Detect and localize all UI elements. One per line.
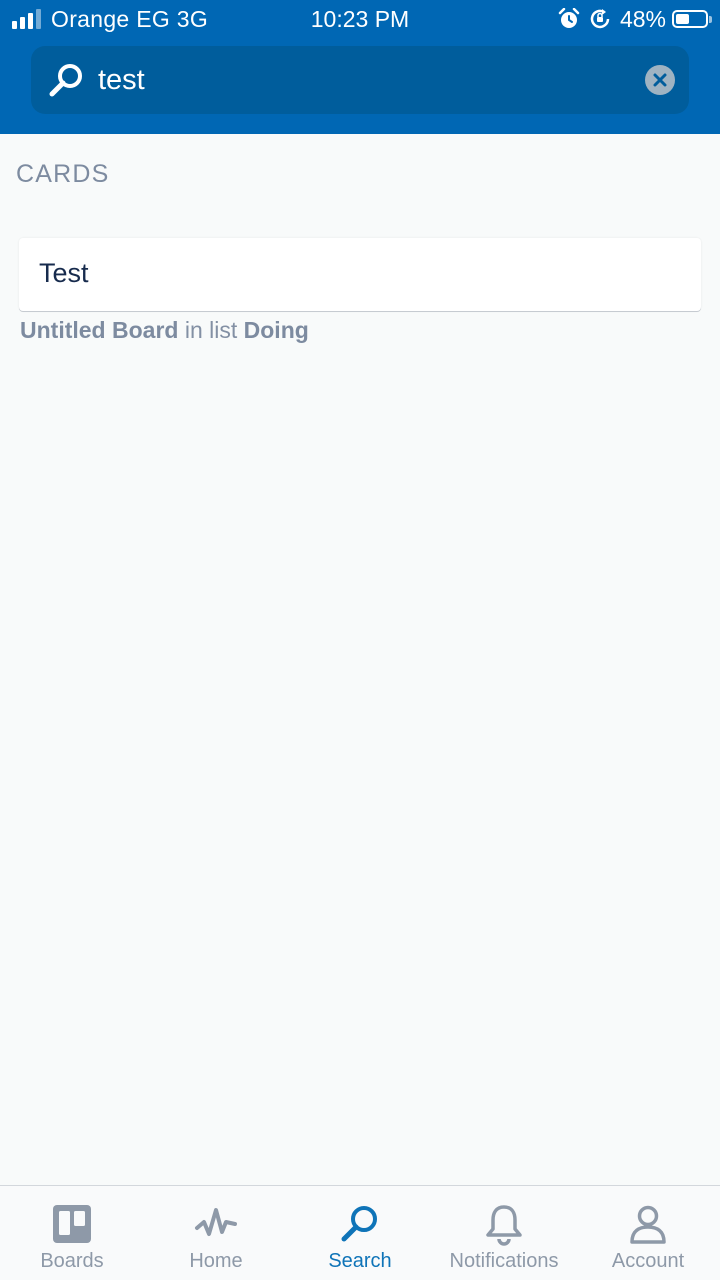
clear-search-button[interactable] — [645, 65, 675, 95]
search-input[interactable]: test — [98, 60, 618, 100]
search-icon — [341, 1206, 377, 1242]
tab-label-account: Account — [611, 1250, 685, 1272]
tab-label-notifications: Notifications — [449, 1250, 559, 1272]
card-title: Test — [39, 258, 89, 288]
card-location[interactable]: Untitled Board in list Doing — [20, 317, 309, 344]
clear-icon — [653, 73, 667, 87]
tab-account[interactable]: Account — [576, 1186, 720, 1280]
search-screen: Orange EG 3G 10:23 PM 48% test CARDS Tes… — [0, 0, 720, 1280]
search-icon — [49, 64, 82, 97]
boards-icon — [53, 1205, 91, 1243]
rotation-lock-icon — [590, 9, 610, 29]
section-title: CARDS — [16, 160, 110, 188]
search-bar[interactable]: test — [31, 46, 689, 114]
bell-icon — [486, 1205, 522, 1246]
tab-home[interactable]: Home — [144, 1186, 288, 1280]
battery-fill — [676, 14, 689, 24]
status-indicators: 48% — [558, 5, 712, 33]
board-name: Untitled Board — [20, 317, 179, 343]
battery-percent: 48% — [619, 5, 666, 32]
tab-label-search: Search — [328, 1250, 392, 1272]
list-name: Doing — [243, 317, 309, 343]
tab-boards[interactable]: Boards — [0, 1186, 144, 1280]
header: Orange EG 3G 10:23 PM 48% test — [0, 0, 720, 134]
user-icon — [630, 1205, 666, 1244]
tab-search[interactable]: Search — [288, 1186, 432, 1280]
battery-icon — [672, 10, 712, 28]
in-list-text: in list — [184, 317, 238, 343]
tab-notifications[interactable]: Notifications — [432, 1186, 576, 1280]
activity-icon — [195, 1208, 237, 1236]
tab-label-home: Home — [189, 1250, 243, 1272]
alarm-icon — [558, 8, 580, 28]
battery-nub — [709, 16, 712, 23]
card-result[interactable]: Test — [19, 238, 701, 311]
tab-bar: Boards Home Search Notifications Account — [0, 1185, 720, 1280]
tab-label-boards: Boards — [40, 1250, 104, 1272]
status-bar: Orange EG 3G 10:23 PM 48% — [0, 0, 720, 38]
